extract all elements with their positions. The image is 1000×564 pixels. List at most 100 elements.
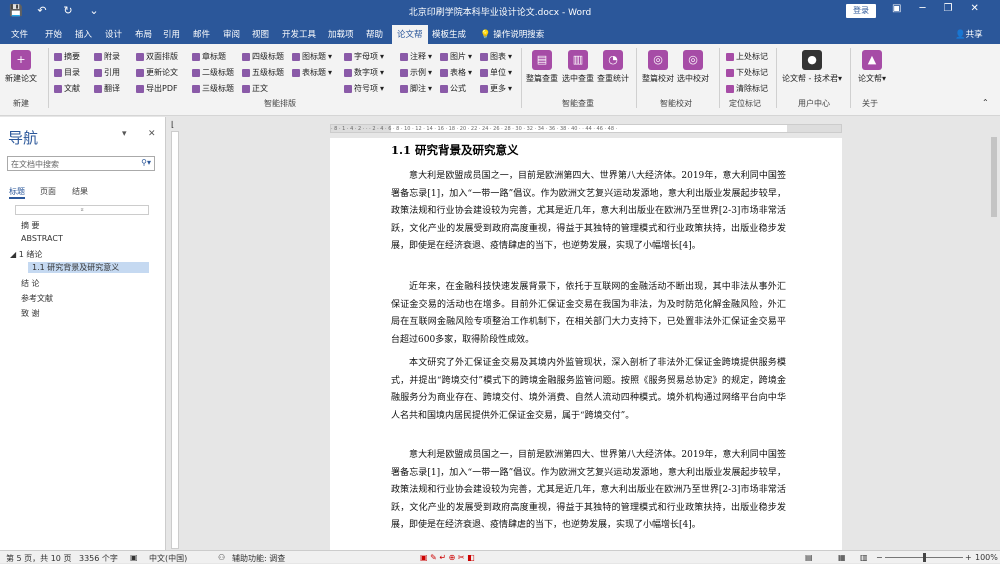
language[interactable]: 中文(中国) — [149, 553, 187, 564]
formula-button[interactable]: 公式 — [440, 83, 466, 94]
update-paper-button[interactable]: 更新论文 — [136, 67, 178, 78]
table-button[interactable]: 表格 ▾ — [440, 67, 472, 78]
chapter-title-button[interactable]: 章标题 — [192, 51, 226, 62]
page-count[interactable]: 第 5 页，共 10 页 — [6, 553, 71, 564]
note-button[interactable]: 注释 ▾ — [400, 51, 432, 62]
tab-mailings[interactable]: 邮件 — [193, 28, 210, 40]
close-icon[interactable]: ✕ — [970, 3, 978, 14]
nav-heading-item[interactable]: ABSTRACT — [21, 234, 63, 243]
tab-layout[interactable]: 布局 — [135, 28, 152, 40]
list-icon — [344, 84, 352, 93]
proofing-icon[interactable]: ▣ — [130, 553, 138, 562]
tab-addins[interactable]: 加载项 — [328, 28, 354, 40]
nav-search-input[interactable]: 在文档中搜索 ⚲▾ — [7, 156, 155, 171]
level5-title-button[interactable]: 五级标题 — [242, 67, 284, 78]
web-layout-icon[interactable]: ▥ — [860, 553, 868, 562]
tab-review[interactable]: 审阅 — [223, 28, 240, 40]
person-icon: 👤 — [955, 30, 966, 40]
prev-mark-button[interactable]: 上处标记 — [726, 51, 768, 62]
tab-help[interactable]: 帮助 — [366, 28, 383, 40]
nav-heading-item-selected[interactable]: 1.1 研究背景及研究意义 — [28, 262, 149, 273]
tab-lunwenbang[interactable]: 论文帮 — [392, 25, 428, 44]
full-check-button[interactable]: ▤ 整篇查重 — [526, 50, 558, 84]
zoom-level[interactable]: 100% — [975, 553, 998, 562]
nav-heading-item[interactable]: 致 谢 — [21, 308, 40, 319]
tab-developer[interactable]: 开发工具 — [282, 28, 316, 40]
new-paper-button[interactable]: + 新建论文 — [5, 50, 37, 84]
tab-view[interactable]: 视图 — [252, 28, 269, 40]
restore-icon[interactable]: ❐ — [943, 3, 952, 14]
nav-heading-item[interactable]: 参考文献 — [21, 293, 53, 304]
body-text-button[interactable]: 正文 — [242, 83, 268, 94]
number-item-button[interactable]: 数字项 ▾ — [344, 67, 384, 78]
clear-marks-button[interactable]: 清除标记 — [726, 83, 768, 94]
letter-item-button[interactable]: 字母项 ▾ — [344, 51, 384, 62]
duplex-layout-button[interactable]: 双面排版 — [136, 51, 178, 62]
share-button[interactable]: 👤共享 — [955, 28, 983, 40]
table-title-button[interactable]: 表标题 ▾ — [292, 67, 332, 78]
tab-selector-icon[interactable]: ⌊ — [171, 120, 174, 129]
tab-home[interactable]: 开始 — [45, 28, 62, 40]
figure-title-button[interactable]: 图标题 ▾ — [292, 51, 332, 62]
search-icon[interactable]: ⚲▾ — [141, 158, 151, 167]
appendix-button[interactable]: 附录 — [94, 51, 120, 62]
close-icon[interactable]: ✕ — [148, 129, 156, 139]
zoom-out-icon[interactable]: − — [876, 553, 883, 562]
next-mark-button[interactable]: 下处标记 — [726, 67, 768, 78]
collapse-ribbon-icon[interactable]: ⌃ — [982, 98, 989, 107]
tab-references[interactable]: 引用 — [163, 28, 180, 40]
chevron-down-icon: ▾ — [328, 68, 333, 77]
chevron-down-icon[interactable]: ◢ — [10, 250, 19, 259]
tell-me-search[interactable]: 💡 操作说明搜索 — [480, 28, 544, 40]
status-tools-icons[interactable]: ▣ ✎ ↵ ⊕ ✂ ◧ — [420, 553, 475, 562]
tab-pages[interactable]: 页面 — [40, 186, 56, 197]
user-center-button[interactable]: ● 论文帮 - 技术君▾ — [782, 50, 842, 84]
citation-button[interactable]: 引用 — [94, 67, 120, 78]
image-button[interactable]: 图片 ▾ — [440, 51, 472, 62]
tab-results[interactable]: 结果 — [72, 186, 88, 197]
toc-button[interactable]: 目录 — [54, 67, 80, 78]
zoom-slider-thumb[interactable] — [923, 553, 926, 562]
vertical-scrollbar[interactable] — [988, 117, 1000, 550]
zoom-in-icon[interactable]: + — [965, 553, 972, 562]
word-count[interactable]: 3356 个字 — [79, 553, 118, 564]
unit-button[interactable]: 单位 ▾ — [480, 67, 512, 78]
read-mode-icon[interactable]: ▤ — [805, 553, 813, 562]
nav-heading-item[interactable]: 结 论 — [21, 278, 40, 289]
nav-heading-item[interactable]: ◢ 1 绪论 — [10, 249, 42, 260]
example-button[interactable]: 示例 ▾ — [400, 67, 432, 78]
nav-options-icon[interactable]: ▾ — [122, 129, 127, 139]
selection-check-button[interactable]: ▥ 选中查重 — [562, 50, 594, 84]
translate-button[interactable]: 翻译 — [94, 83, 120, 94]
level2-title-button[interactable]: 二级标题 — [192, 67, 234, 78]
document-page[interactable]: 1.1 研究背景及研究意义 意大利是欧盟成员国之一，目前是欧洲第四大、世界第八大… — [330, 138, 842, 550]
accessibility-status[interactable]: 辅助功能: 调查 — [232, 553, 285, 564]
ribbon-display-options-icon[interactable]: ▣ — [892, 3, 901, 14]
scroll-thumb[interactable] — [991, 137, 997, 217]
chart-button[interactable]: 图表 ▾ — [480, 51, 512, 62]
check-stats-button[interactable]: ◔ 查重统计 — [597, 50, 629, 84]
export-pdf-button[interactable]: 导出PDF — [136, 83, 178, 94]
collapse-headings-bar[interactable]: ⌅ — [15, 205, 149, 215]
tab-headings[interactable]: 标题 — [9, 186, 25, 199]
tab-design[interactable]: 设计 — [105, 28, 122, 40]
minimize-icon[interactable]: ─ — [919, 3, 925, 14]
horizontal-ruler[interactable]: · 8 · 1 · 4 · 2 · · · 2 · 4 · 6 · 8 · 10… — [330, 124, 842, 133]
more-button[interactable]: 更多 ▾ — [480, 83, 512, 94]
level4-title-button[interactable]: 四级标题 — [242, 51, 284, 62]
symbol-item-button[interactable]: 符号项 ▾ — [344, 83, 384, 94]
nav-heading-item[interactable]: 摘 要 — [21, 220, 40, 231]
accessibility-icon[interactable]: ⚇ — [218, 553, 225, 562]
selection-proof-button[interactable]: ◎ 选中校对 — [677, 50, 709, 84]
full-proof-button[interactable]: ◎ 整篇校对 — [642, 50, 674, 84]
about-button[interactable]: ▲ 论文帮▾ — [858, 50, 886, 84]
tab-template[interactable]: 模板生成 — [432, 28, 466, 40]
print-layout-icon[interactable]: ▦ — [838, 553, 846, 562]
abstract-button[interactable]: 摘要 — [54, 51, 80, 62]
tab-file[interactable]: 文件 — [11, 28, 28, 40]
level3-title-button[interactable]: 三级标题 — [192, 83, 234, 94]
login-button[interactable]: 登录 — [846, 4, 876, 18]
bibliography-button[interactable]: 文献 — [54, 83, 80, 94]
footnote-button[interactable]: 脚注 ▾ — [400, 83, 432, 94]
tab-insert[interactable]: 插入 — [75, 28, 92, 40]
